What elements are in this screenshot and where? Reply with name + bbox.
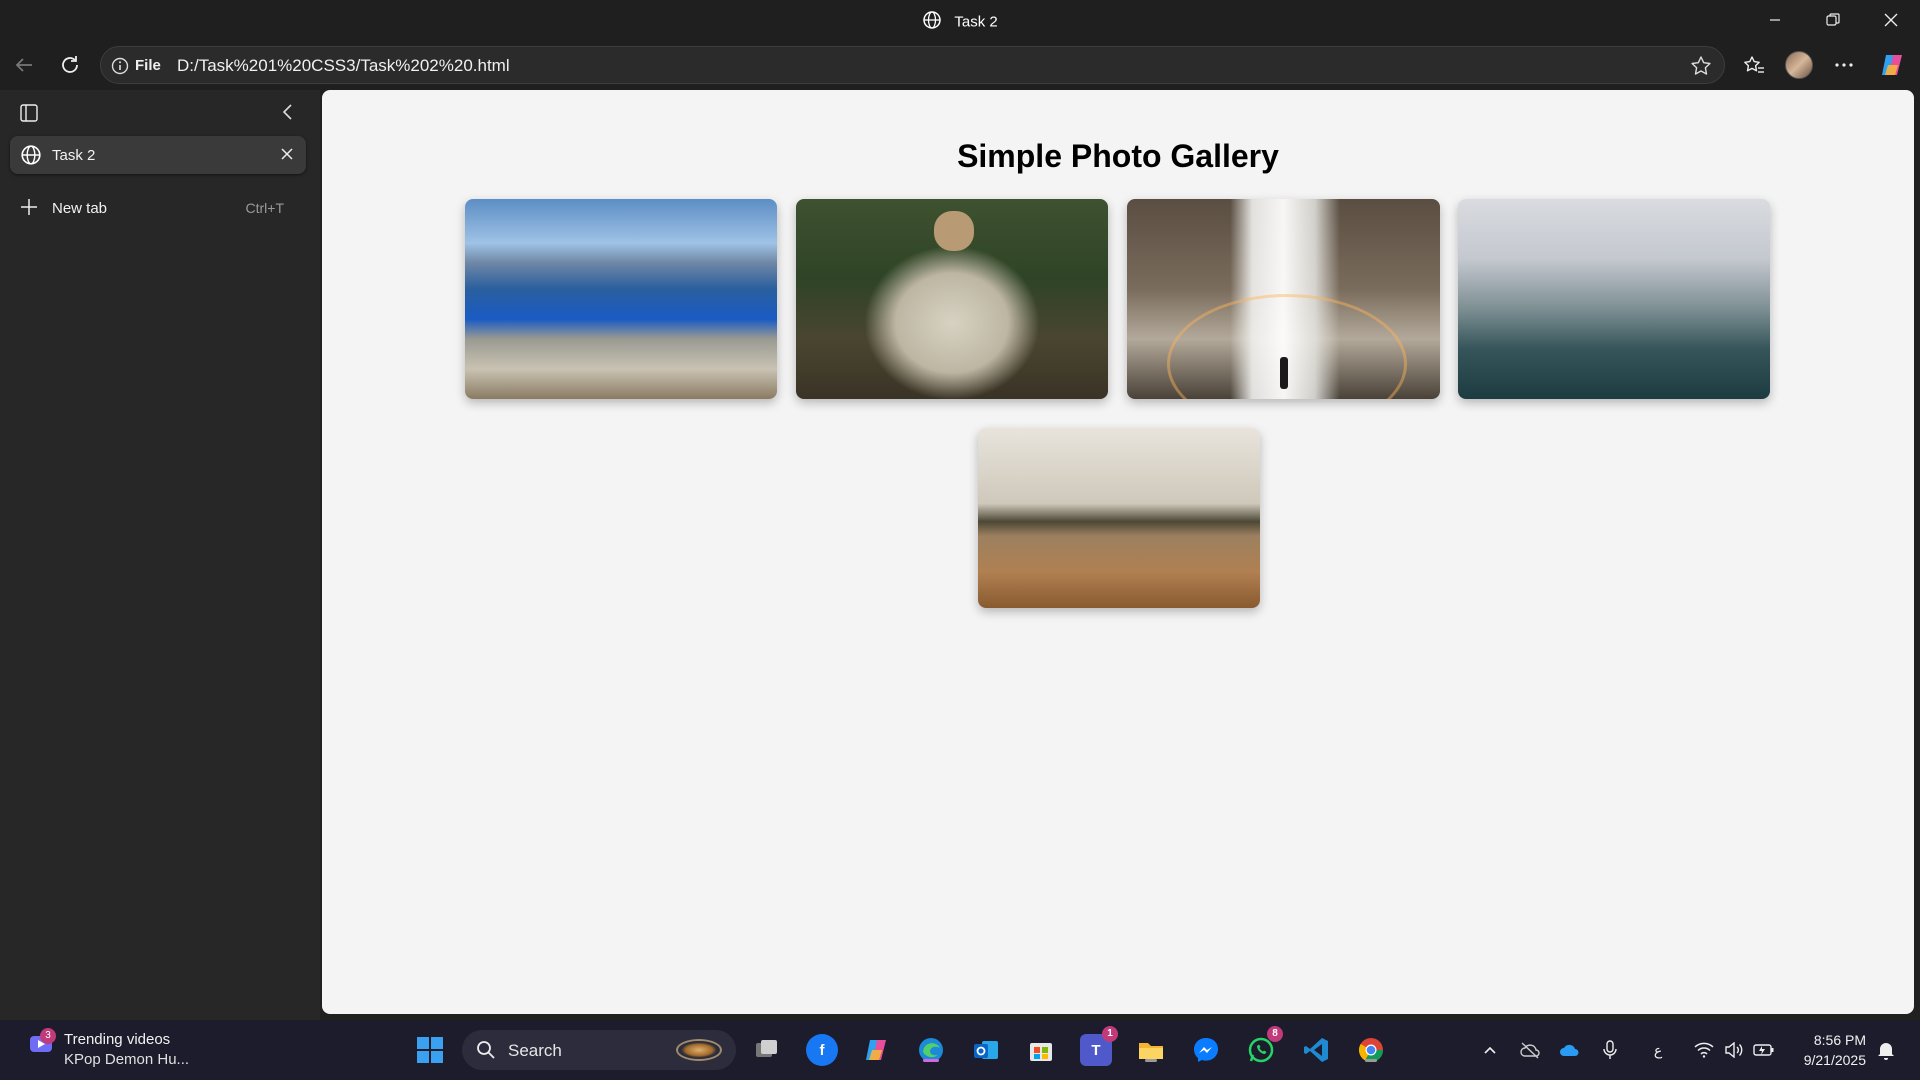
browser-toolbar: File D:/Task%201%20CSS3/Task%202%20.html	[0, 40, 1920, 90]
taskbar-search[interactable]: Search	[462, 1030, 736, 1070]
clock-time: 8:56 PM	[1813, 1032, 1866, 1048]
search-label: Search	[508, 1041, 562, 1060]
file-scheme-label: File	[135, 57, 161, 74]
plus-icon	[18, 196, 40, 223]
file-explorer-icon[interactable]	[1135, 1034, 1167, 1066]
volume-icon[interactable]	[1722, 1038, 1746, 1062]
window-title: Task 2	[954, 13, 998, 31]
cloud-off-icon[interactable]	[1518, 1038, 1542, 1062]
url-text[interactable]: D:/Task%201%20CSS3/Task%202%20.html	[177, 56, 510, 76]
facebook-icon[interactable]: f	[806, 1034, 838, 1066]
more-options-icon[interactable]	[1828, 49, 1860, 81]
page-viewport: Simple Photo Gallery	[322, 90, 1914, 1014]
messenger-icon[interactable]	[1190, 1034, 1222, 1066]
planet-icon	[676, 1039, 722, 1061]
copilot-icon[interactable]	[1876, 49, 1908, 81]
tab-task-2[interactable]: Task 2	[10, 136, 306, 174]
globe-icon	[922, 10, 942, 34]
widget-badge: 3	[40, 1028, 56, 1044]
tab-actions-icon[interactable]	[18, 102, 40, 129]
pug-face-shape	[934, 211, 974, 251]
start-button[interactable]	[414, 1034, 446, 1066]
whatsapp-icon[interactable]: 8	[1245, 1026, 1283, 1066]
system-clock[interactable]: 8:56 PM 9/21/2025	[1804, 1030, 1866, 1070]
gallery-photo-fjord[interactable]	[465, 199, 777, 399]
running-app-indicator	[1365, 1059, 1377, 1062]
close-window-button[interactable]	[1862, 0, 1920, 40]
globe-icon	[20, 144, 42, 171]
gallery-photo-waterfall[interactable]	[1127, 199, 1440, 399]
notifications-bell-icon[interactable]	[1874, 1038, 1898, 1062]
wifi-icon[interactable]	[1692, 1038, 1716, 1062]
page-title: Simple Photo Gallery	[957, 138, 1279, 174]
collapse-sidebar-icon[interactable]	[278, 102, 298, 127]
new-tab-shortcut: Ctrl+T	[245, 200, 285, 216]
minimize-button[interactable]	[1746, 0, 1804, 40]
gallery-photo-beach[interactable]	[978, 428, 1260, 608]
windows-taskbar: 3 Trending videos KPop Demon Hu... Searc…	[0, 1020, 1920, 1080]
widget-subtitle: KPop Demon Hu...	[64, 1051, 190, 1068]
teams-badge: 1	[1102, 1026, 1118, 1042]
clock-date: 9/21/2025	[1803, 1052, 1866, 1068]
favorite-star-icon[interactable]	[1690, 55, 1712, 82]
vertical-tabs-sidebar: Task 2 New tab Ctrl+T	[0, 90, 320, 1020]
copilot-app-icon[interactable]	[860, 1034, 892, 1066]
close-tab-icon[interactable]	[278, 145, 296, 168]
battery-icon[interactable]	[1752, 1038, 1776, 1062]
microphone-icon[interactable]	[1598, 1038, 1622, 1062]
person-silhouette	[1280, 357, 1288, 389]
running-app-indicator	[1145, 1059, 1157, 1062]
show-hidden-icons-chevron-icon[interactable]	[1478, 1038, 1502, 1062]
teams-icon[interactable]: T 1	[1080, 1026, 1118, 1066]
refresh-button[interactable]	[54, 49, 86, 81]
restore-button[interactable]	[1804, 0, 1862, 40]
edge-browser-icon[interactable]	[915, 1034, 947, 1066]
vscode-icon[interactable]	[1300, 1034, 1332, 1066]
task-view-icon[interactable]	[751, 1034, 783, 1066]
title-bar: Task 2	[0, 0, 1920, 40]
window-title-area: Task 2	[0, 10, 1920, 34]
new-tab-label: New tab	[52, 200, 108, 217]
address-bar[interactable]: File D:/Task%201%20CSS3/Task%202%20.html	[100, 46, 1725, 84]
outlook-icon[interactable]	[970, 1034, 1002, 1066]
microsoft-store-icon[interactable]	[1025, 1034, 1057, 1066]
tab-label: Task 2	[52, 147, 96, 164]
gallery-photo-pug[interactable]	[796, 199, 1108, 399]
widgets-button[interactable]: 3 Trending videos KPop Demon Hu...	[28, 1028, 189, 1068]
info-icon[interactable]	[111, 57, 129, 80]
keyboard-language[interactable]: ع	[1646, 1038, 1670, 1062]
onedrive-icon[interactable]	[1558, 1038, 1582, 1062]
chrome-icon[interactable]	[1355, 1034, 1387, 1066]
search-icon	[476, 1040, 496, 1065]
profile-avatar[interactable]	[1783, 49, 1815, 81]
favorites-icon[interactable]	[1738, 49, 1770, 81]
new-tab-button[interactable]: New tab Ctrl+T	[18, 196, 308, 220]
whatsapp-badge: 8	[1267, 1026, 1283, 1042]
active-app-indicator	[923, 1059, 939, 1062]
widget-title: Trending videos	[64, 1031, 171, 1048]
gallery-photo-mountains[interactable]	[1458, 199, 1770, 399]
back-button[interactable]	[8, 49, 40, 81]
